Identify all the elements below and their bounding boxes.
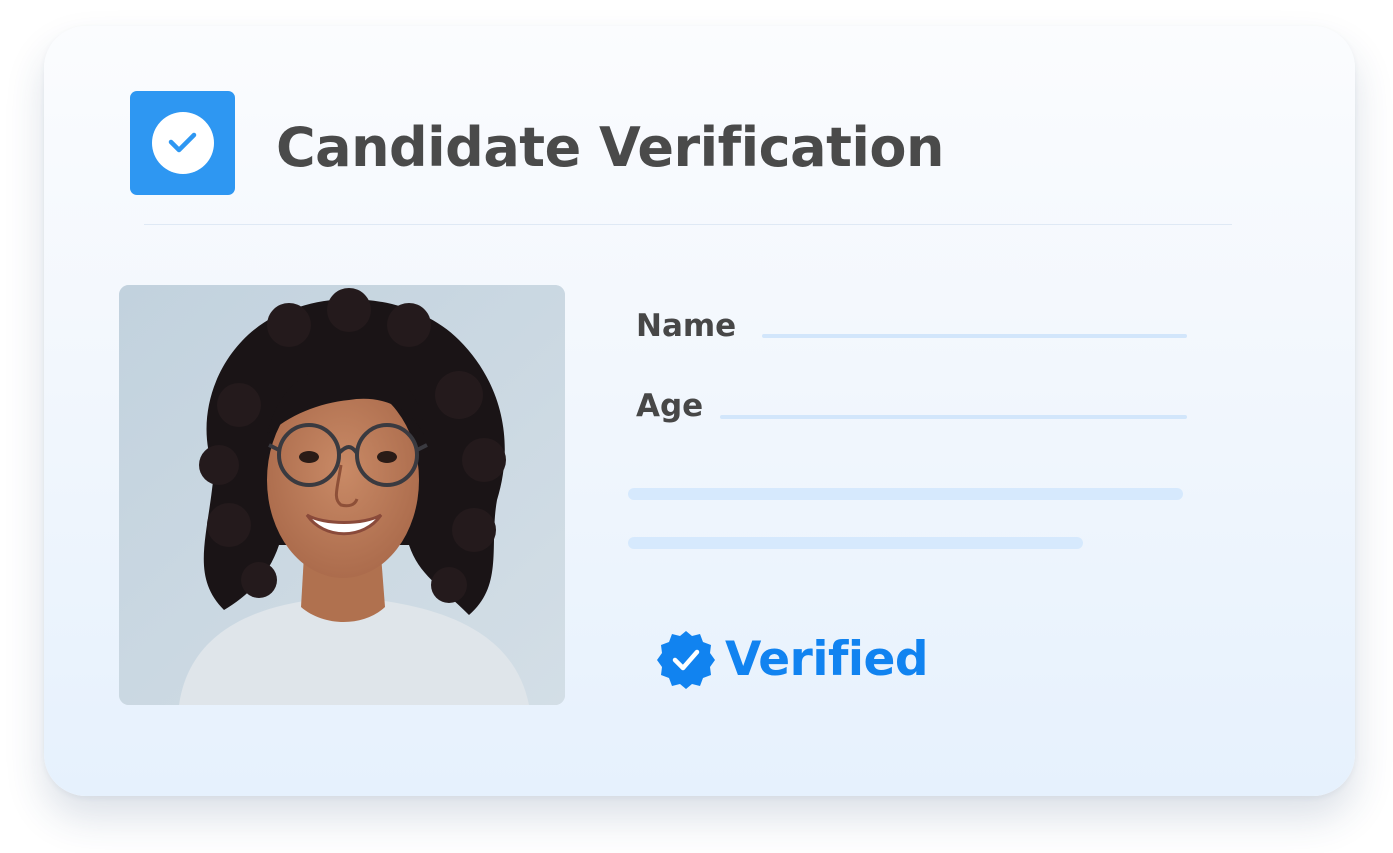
verified-badge-icon	[655, 629, 717, 691]
age-field	[720, 415, 1187, 419]
placeholder-line	[628, 537, 1083, 549]
age-label: Age	[636, 388, 704, 424]
placeholder-line	[628, 488, 1183, 500]
verified-status: Verified	[655, 628, 929, 692]
name-label: Name	[636, 308, 737, 344]
candidate-photo	[119, 285, 565, 705]
verified-label: Verified	[725, 632, 929, 687]
header-divider	[144, 224, 1232, 225]
page-title: Candidate Verification	[276, 116, 944, 179]
name-field	[762, 334, 1187, 338]
check-circle-icon	[130, 91, 235, 195]
